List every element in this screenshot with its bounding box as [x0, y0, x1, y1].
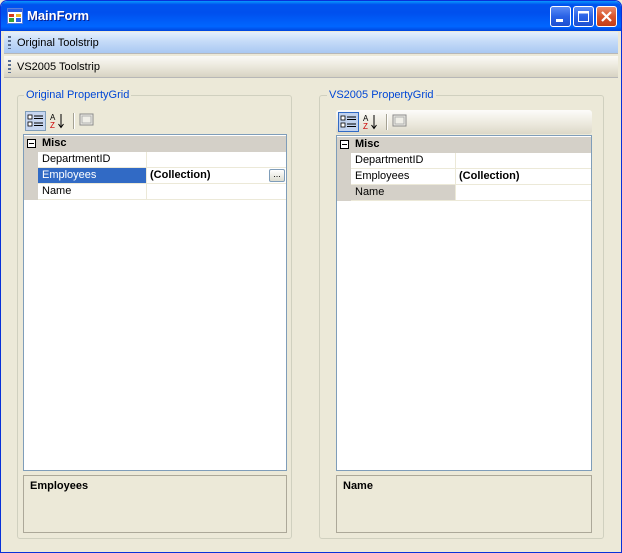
category-row[interactable]: Misc: [337, 137, 591, 153]
property-value[interactable]: [147, 152, 150, 167]
close-button[interactable]: [596, 6, 617, 27]
property-row[interactable]: DepartmentID: [337, 153, 591, 169]
title-bar[interactable]: MainForm: [1, 1, 621, 31]
original-toolstrip[interactable]: Original Toolstrip: [4, 32, 618, 54]
property-name[interactable]: Name: [38, 184, 147, 199]
property-row[interactable]: Employees (Collection): [337, 169, 591, 185]
collapse-icon[interactable]: [340, 140, 349, 149]
row-margin: [24, 152, 38, 168]
property-value[interactable]: [147, 184, 150, 199]
property-name[interactable]: Name: [351, 185, 456, 200]
toolstrip-grip[interactable]: [8, 60, 11, 73]
property-value[interactable]: (Collection): [147, 168, 211, 183]
property-pages-button[interactable]: [77, 111, 98, 131]
minimize-button[interactable]: [550, 6, 571, 27]
property-value[interactable]: [456, 153, 459, 168]
maximize-button[interactable]: [573, 6, 594, 27]
alphabetical-sort-icon: A Z: [363, 114, 377, 131]
original-propertygrid-toolbar: A Z: [23, 109, 287, 133]
category-row[interactable]: Misc: [24, 136, 286, 152]
property-row[interactable]: Employees (Collection) ...: [24, 168, 286, 184]
alphabetical-button[interactable]: A Z: [361, 112, 382, 132]
property-name[interactable]: DepartmentID: [38, 152, 147, 167]
vs2005-description-pane: Name: [336, 475, 592, 533]
row-margin: [24, 184, 38, 200]
row-margin: [337, 153, 351, 169]
property-row[interactable]: Name: [337, 185, 591, 201]
main-window: MainForm Original Toolstrip VS2005 Tools…: [0, 0, 622, 553]
property-pages-icon: [79, 113, 94, 126]
property-pages-icon: [392, 114, 407, 127]
alphabetical-sort-icon: A Z: [50, 113, 64, 130]
property-row[interactable]: Name: [24, 184, 286, 200]
description-title: Employees: [30, 480, 89, 492]
row-margin: [337, 169, 351, 185]
row-margin: [337, 185, 351, 201]
toolbar-separator: [73, 113, 75, 129]
close-icon: [601, 11, 612, 22]
maximize-icon: [578, 11, 589, 22]
property-row[interactable]: DepartmentID: [24, 152, 286, 168]
property-name[interactable]: Employees: [351, 169, 456, 184]
categorized-button[interactable]: [338, 112, 359, 132]
toolstrip-grip[interactable]: [8, 36, 11, 49]
property-name[interactable]: Employees: [38, 168, 147, 183]
collapse-icon[interactable]: [27, 139, 36, 148]
app-icon: [7, 8, 23, 24]
property-pages-button[interactable]: [390, 112, 411, 132]
property-name[interactable]: DepartmentID: [351, 153, 456, 168]
vs2005-propertygrid-toolbar: A Z: [336, 110, 592, 134]
collection-editor-button[interactable]: ...: [269, 169, 285, 182]
original-toolstrip-label: Original Toolstrip: [17, 37, 99, 49]
vs2005-toolstrip-label: VS2005 Toolstrip: [17, 61, 100, 73]
vs2005-toolstrip[interactable]: VS2005 Toolstrip: [4, 56, 618, 78]
categorized-icon: [340, 115, 356, 128]
minimize-icon: [556, 19, 563, 22]
row-margin: [24, 168, 38, 184]
window-title: MainForm: [27, 8, 90, 23]
description-title: Name: [343, 480, 373, 492]
categorized-icon: [27, 114, 43, 127]
category-label: Misc: [355, 138, 380, 150]
property-value[interactable]: [456, 185, 459, 200]
category-label: Misc: [42, 137, 67, 149]
original-description-pane: Employees: [23, 475, 287, 533]
group-title: Original PropertyGrid: [24, 89, 132, 101]
toolbar-separator: [386, 114, 388, 130]
property-value[interactable]: (Collection): [456, 169, 520, 184]
original-property-grid: Misc DepartmentID Employees (Collection)…: [23, 134, 287, 471]
alphabetical-button[interactable]: A Z: [48, 111, 69, 131]
group-title: VS2005 PropertyGrid: [327, 89, 436, 101]
svg-text:Z: Z: [363, 122, 368, 131]
vs2005-property-grid: Misc DepartmentID Employees (Collection)…: [336, 135, 592, 471]
categorized-button[interactable]: [25, 111, 46, 131]
svg-text:Z: Z: [50, 121, 55, 130]
